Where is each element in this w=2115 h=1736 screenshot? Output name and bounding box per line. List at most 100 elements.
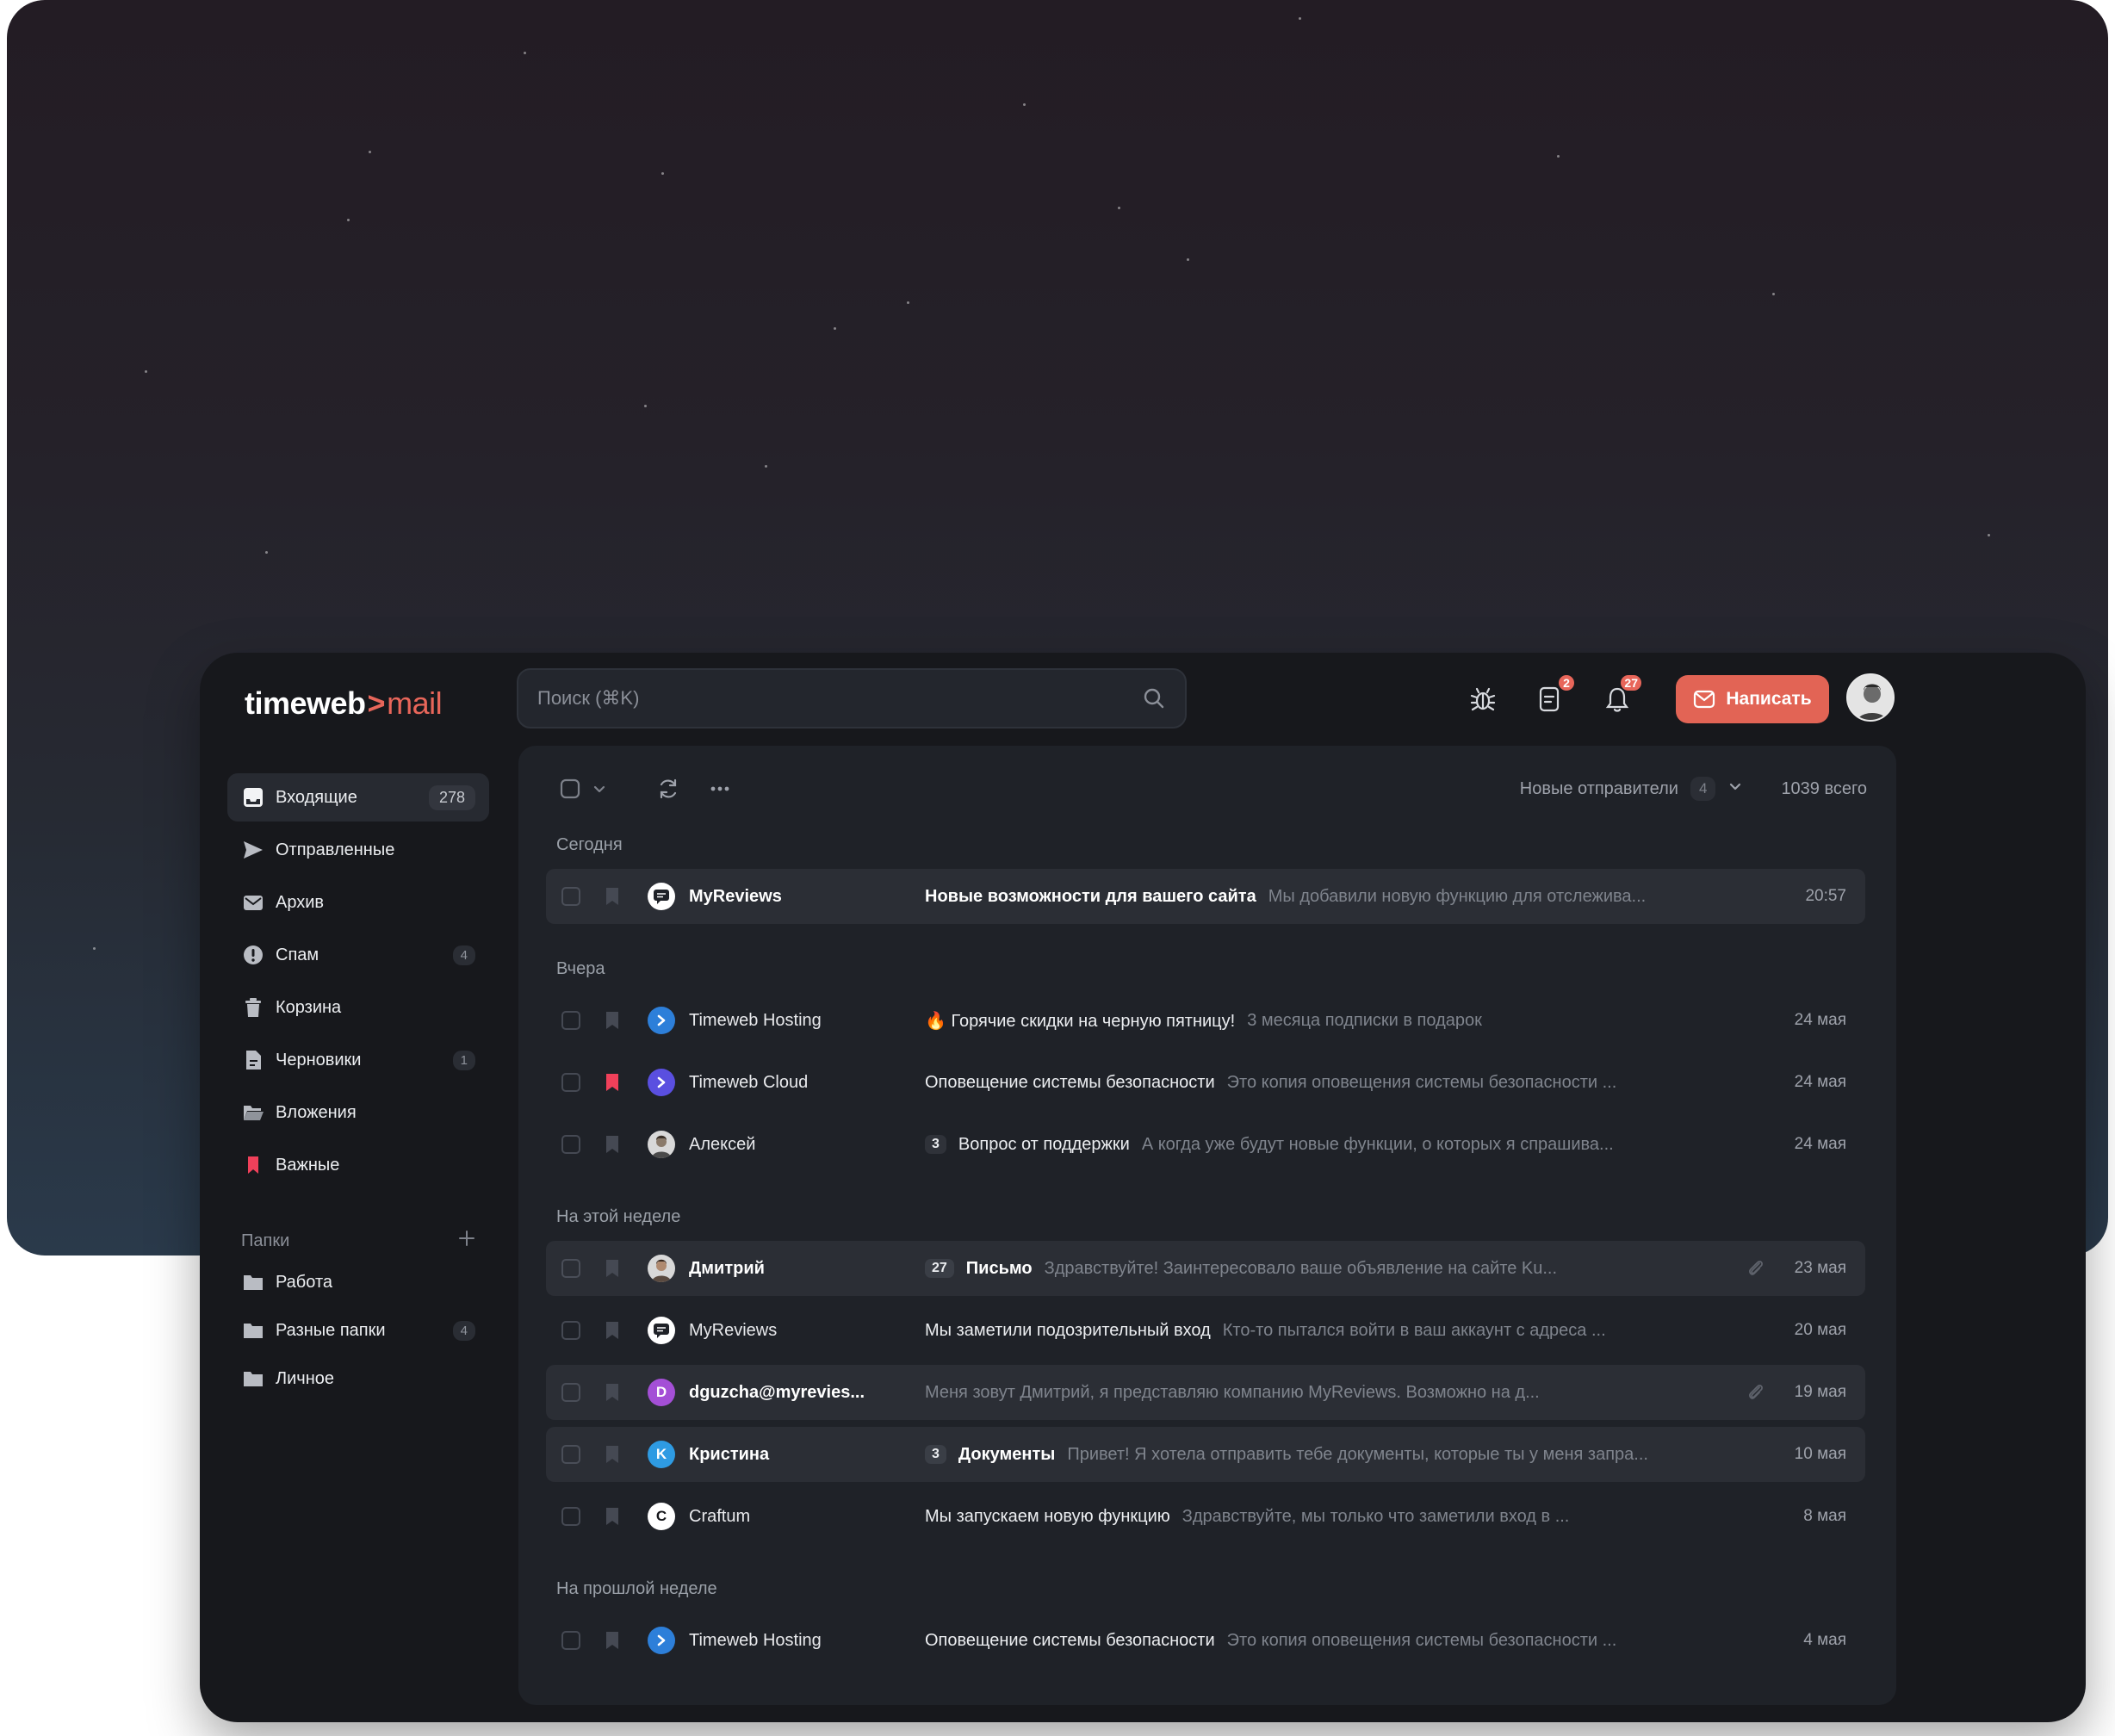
- bookmark-icon: [241, 1153, 265, 1177]
- email-row[interactable]: MyReviews Мы заметили подозрительный вхо…: [546, 1303, 1865, 1358]
- myreviews-logo-icon: [648, 883, 675, 910]
- email-row[interactable]: Timeweb Cloud Оповещение системы безопас…: [546, 1055, 1865, 1110]
- row-checkbox[interactable]: [561, 1011, 580, 1030]
- email-row[interactable]: Timeweb Hosting 🔥 Горячие скидки на черн…: [546, 993, 1865, 1048]
- bookmark-icon[interactable]: [605, 1382, 620, 1403]
- folder-label: Работа: [276, 1272, 332, 1292]
- search-box[interactable]: [517, 668, 1187, 728]
- bookmark-icon[interactable]: [605, 1258, 620, 1279]
- timeweb-logo-icon: [648, 1627, 675, 1654]
- email-row[interactable]: C Craftum Мы запускаем новую функцию Здр…: [546, 1489, 1865, 1544]
- row-checkbox[interactable]: [561, 1631, 580, 1650]
- sidebar-item-label: Корзина: [276, 997, 342, 1017]
- sidebar-item-attachments[interactable]: Вложения: [227, 1088, 489, 1137]
- email-sender: Алексей: [689, 1135, 756, 1154]
- timeweb-logo-icon: [648, 1007, 675, 1034]
- bookmark-icon[interactable]: [605, 1444, 620, 1465]
- email-date: 24 мая: [1794, 1073, 1846, 1091]
- email-sender: Кристина: [689, 1445, 770, 1464]
- bookmark-icon[interactable]: [605, 886, 620, 907]
- sidebar-item-drafts[interactable]: Черновики 1: [227, 1036, 489, 1084]
- email-row[interactable]: K Кристина 3 Документы Привет! Я хотела …: [546, 1427, 1865, 1482]
- email-date: 4 мая: [1803, 1631, 1846, 1649]
- bug-report-icon[interactable]: [1466, 682, 1500, 716]
- send-icon: [241, 838, 265, 862]
- bookmark-icon[interactable]: [605, 1134, 620, 1155]
- sidebar-item-sent[interactable]: Отправленные: [227, 826, 489, 874]
- row-checkbox[interactable]: [561, 1445, 580, 1464]
- mail-app-window: timeweb > mail 2 27 Написать Входящие 27…: [200, 653, 2086, 1722]
- bookmark-icon[interactable]: [605, 1320, 620, 1341]
- add-folder-icon[interactable]: [458, 1230, 475, 1252]
- sidebar-item-important[interactable]: Важные: [227, 1141, 489, 1189]
- row-checkbox[interactable]: [561, 1135, 580, 1154]
- email-subject: 🔥 Горячие скидки на черную пятницу!: [925, 1011, 1236, 1031]
- open-folder-icon: [241, 1100, 265, 1125]
- email-sender: MyReviews: [689, 1321, 778, 1340]
- search-icon[interactable]: [1142, 686, 1166, 710]
- email-subject: Письмо: [965, 1258, 1033, 1278]
- more-options-icon[interactable]: [706, 775, 734, 803]
- sidebar-item-inbox[interactable]: Входящие 278: [227, 773, 489, 822]
- row-checkbox[interactable]: [561, 1073, 580, 1092]
- new-senders-chevron-icon[interactable]: [1727, 778, 1743, 799]
- chevron-down-icon[interactable]: [586, 775, 613, 803]
- email-row[interactable]: Timeweb Hosting Оповещение системы безоп…: [546, 1613, 1865, 1668]
- folder-item-misc[interactable]: Разные папки 4: [227, 1306, 489, 1355]
- email-subject: Мы заметили подозрительный вход: [925, 1320, 1211, 1340]
- email-subject: Оповещение системы безопасности: [925, 1072, 1215, 1092]
- email-sender: Timeweb Hosting: [689, 1631, 822, 1650]
- new-senders-filter[interactable]: Новые отправители: [1520, 779, 1678, 799]
- bookmark-icon[interactable]: [605, 1630, 620, 1651]
- sidebar-item-label: Входящие: [276, 787, 357, 807]
- row-checkbox[interactable]: [561, 1507, 580, 1526]
- avatar: [648, 1131, 675, 1158]
- email-row[interactable]: Дмитрий 27 Письмо Здравствуйте! Заинтере…: [546, 1241, 1865, 1296]
- bookmark-icon[interactable]: [605, 1506, 620, 1527]
- search-input[interactable]: [537, 687, 1142, 710]
- email-sender: Дмитрий: [689, 1259, 765, 1278]
- row-checkbox[interactable]: [561, 1321, 580, 1340]
- sidebar-item-label: Черновики: [276, 1050, 362, 1070]
- sidebar-item-spam[interactable]: Спам 4: [227, 931, 489, 979]
- email-date: 20 мая: [1794, 1321, 1846, 1339]
- folder-label: Личное: [276, 1368, 335, 1388]
- sidebar-item-label: Отправленные: [276, 840, 395, 859]
- sidebar-item-archive[interactable]: Архив: [227, 878, 489, 927]
- email-row[interactable]: MyReviews Новые возможности для вашего с…: [546, 869, 1865, 924]
- email-subject: Документы: [958, 1444, 1056, 1464]
- email-subject: Оповещение системы безопасности: [925, 1630, 1215, 1650]
- row-checkbox[interactable]: [561, 887, 580, 906]
- email-row[interactable]: Алексей 3 Вопрос от поддержки А когда уж…: [546, 1117, 1865, 1172]
- bookmark-icon[interactable]: [605, 1010, 620, 1031]
- sidebar-item-trash[interactable]: Корзина: [227, 983, 489, 1032]
- email-date: 24 мая: [1794, 1135, 1846, 1153]
- draft-document-icon: [241, 1048, 265, 1072]
- user-avatar[interactable]: [1846, 673, 1895, 722]
- folder-item-work[interactable]: Работа: [227, 1258, 489, 1306]
- select-all-checkbox[interactable]: [556, 775, 584, 803]
- folder-item-personal[interactable]: Личное: [227, 1355, 489, 1403]
- email-date: 23 мая: [1794, 1259, 1846, 1277]
- avatar-letter: D: [648, 1379, 675, 1406]
- logo-arrow: >: [367, 685, 386, 721]
- email-row[interactable]: D dguzcha@myrevies... Меня зовут Дмитрий…: [546, 1365, 1865, 1420]
- app-logo[interactable]: timeweb > mail: [245, 685, 443, 728]
- email-preview: Меня зовут Дмитрий, я представляю компан…: [925, 1382, 1540, 1402]
- tasks-icon[interactable]: 2: [1533, 673, 1576, 716]
- email-sender: MyReviews: [689, 887, 782, 906]
- email-preview: А когда уже будут новые функции, о котор…: [1141, 1134, 1614, 1154]
- thread-count: 3: [925, 1445, 946, 1464]
- row-checkbox[interactable]: [561, 1383, 580, 1402]
- compose-button[interactable]: Написать: [1676, 675, 1829, 723]
- row-checkbox[interactable]: [561, 1259, 580, 1278]
- email-preview: Это копия оповещения системы безопасност…: [1226, 1072, 1617, 1092]
- group-label-this-week: На этой неделе: [556, 1207, 681, 1226]
- refresh-icon[interactable]: [654, 775, 682, 803]
- email-preview: Привет! Я хотела отправить тебе документ…: [1067, 1444, 1648, 1464]
- notifications-icon[interactable]: 27: [1600, 673, 1643, 716]
- folder-count-badge: 4: [452, 1320, 475, 1341]
- bookmark-icon[interactable]: [605, 1072, 620, 1093]
- avatar-letter: K: [648, 1441, 675, 1468]
- logo-brand: timeweb: [245, 685, 366, 721]
